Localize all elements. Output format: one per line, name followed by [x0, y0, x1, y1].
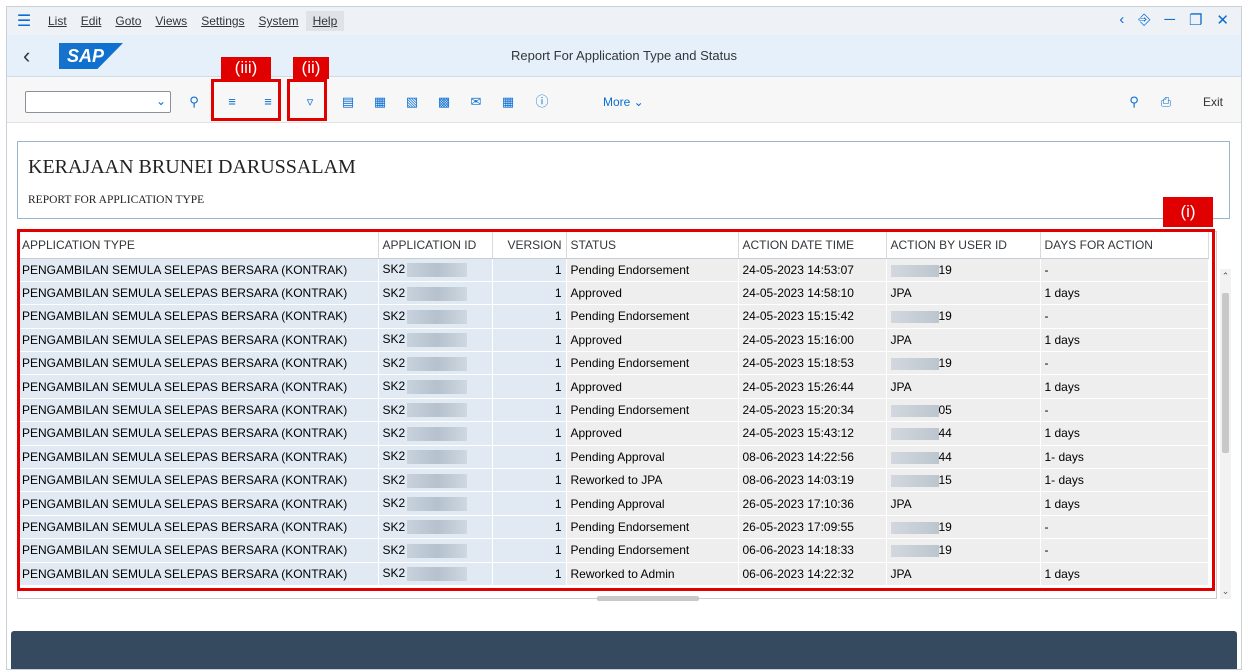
exit-button[interactable]: Exit [1203, 91, 1223, 113]
command-field[interactable]: ⌄ [25, 91, 171, 113]
horizontal-scroll-thumb[interactable] [597, 596, 699, 601]
sap-logo: SAP [59, 43, 123, 69]
sap-window: ☰ List Edit Goto Views Settings System H… [6, 6, 1242, 670]
vertical-scrollbar[interactable]: ⌃ ⌄ [1220, 269, 1231, 599]
scroll-down-icon[interactable]: ⌄ [1220, 586, 1231, 597]
window-controls: ‹ ⎆ ─ ❐ ✕ [1119, 11, 1229, 29]
word-export-icon[interactable]: ▧ [401, 91, 423, 113]
find-icon[interactable]: ⚲ [1123, 91, 1145, 113]
info-icon[interactable]: ⓘ [531, 91, 553, 113]
scroll-up-icon[interactable]: ⌃ [1220, 271, 1231, 282]
restore-icon[interactable]: ❐ [1189, 11, 1202, 29]
print-preview-icon[interactable]: ▤ [337, 91, 359, 113]
chevron-down-icon[interactable]: ⌄ [156, 94, 166, 108]
annotation-label-iii: (iii) [221, 57, 271, 79]
title-bar: ‹ SAP Report For Application Type and St… [7, 35, 1241, 77]
menu-item-system[interactable]: System [252, 11, 306, 31]
scroll-thumb[interactable] [1222, 293, 1229, 453]
search-icon[interactable]: ⚲ [183, 91, 205, 113]
local-file-icon[interactable]: ▩ [433, 91, 455, 113]
excel-export-icon[interactable]: ▦ [369, 91, 391, 113]
annotation-label-i: (i) [1163, 197, 1213, 227]
menu-item-list[interactable]: List [41, 11, 74, 31]
report-title: KERAJAAN BRUNEI DARUSSALAM [28, 156, 356, 178]
more-button[interactable]: More ⌄ [603, 91, 644, 113]
hamburger-menu-icon[interactable]: ☰ [7, 11, 41, 31]
menu-item-views[interactable]: Views [148, 11, 194, 31]
mail-icon[interactable]: ✉ [465, 91, 487, 113]
grid-layout-icon[interactable]: ▦ [497, 91, 519, 113]
print-icon[interactable]: ⎙ [1155, 91, 1177, 113]
page-title: Report For Application Type and Status [511, 48, 737, 63]
menu-item-help[interactable]: Help [305, 11, 345, 31]
menu-item-goto[interactable]: Goto [108, 11, 148, 31]
annotation-box-ii [287, 79, 327, 121]
horizontal-scrollbar[interactable] [575, 593, 1209, 603]
status-bar [11, 631, 1237, 669]
menu-item-settings[interactable]: Settings [194, 11, 251, 31]
annotation-box-iii [211, 79, 281, 121]
annotation-label-ii: (ii) [293, 57, 329, 79]
back-icon[interactable]: ‹ [23, 43, 43, 69]
close-icon[interactable]: ✕ [1216, 11, 1229, 29]
menu-item-edit[interactable]: Edit [74, 11, 109, 31]
unlock-icon[interactable]: ⎆ [1138, 11, 1150, 29]
menu-bar: ☰ List Edit Goto Views Settings System H… [7, 7, 1241, 35]
toolbar: ⌄ ⚲ ≡ ≡ ▿ ▤ ▦ ▧ ▩ ✉ ▦ ⓘ More ⌄ ⚲ ⎙ Exit [7, 77, 1241, 123]
annotation-box-i [17, 229, 1215, 591]
report-subtitle: REPORT FOR APPLICATION TYPE [28, 194, 205, 206]
report-header: KERAJAAN BRUNEI DARUSSALAM REPORT FOR AP… [17, 141, 1230, 219]
back-arrow-icon[interactable]: ‹ [1119, 11, 1124, 29]
minimize-icon[interactable]: ─ [1164, 11, 1175, 29]
